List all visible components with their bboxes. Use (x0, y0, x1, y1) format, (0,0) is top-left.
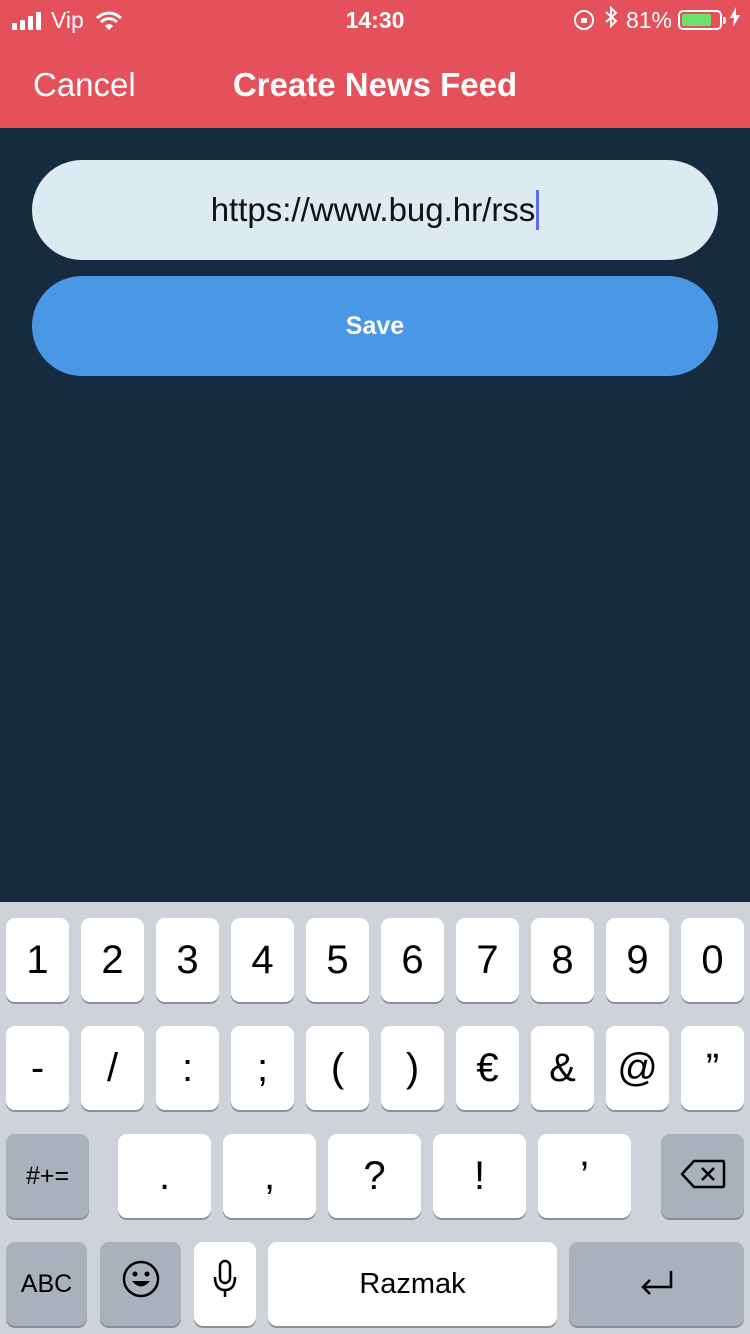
feed-url-value: https://www.bug.hr/rss (210, 191, 536, 228)
key-row3-3[interactable]: ! (433, 1134, 526, 1218)
key-row3-0[interactable]: . (118, 1134, 211, 1218)
key-row1-2[interactable]: 3 (156, 918, 219, 1002)
battery-icon (678, 10, 726, 30)
key-row2-4[interactable]: ( (306, 1026, 369, 1110)
key-row1-7[interactable]: 8 (531, 918, 594, 1002)
status-bar: Vip 14:30 81% (0, 0, 750, 40)
key-row3-4[interactable]: ’ (538, 1134, 631, 1218)
key-row1-6[interactable]: 7 (456, 918, 519, 1002)
key-row1-5[interactable]: 6 (381, 918, 444, 1002)
key-row1-1[interactable]: 2 (81, 918, 144, 1002)
key-row1-9[interactable]: 0 (681, 918, 744, 1002)
backspace-key[interactable] (661, 1134, 744, 1218)
key-row2-0[interactable]: - (6, 1026, 69, 1110)
key-row2-1[interactable]: / (81, 1026, 144, 1110)
battery-percent: 81% (625, 6, 672, 33)
text-cursor (536, 190, 540, 230)
key-row2-6[interactable]: € (456, 1026, 519, 1110)
emoji-icon (121, 1259, 161, 1309)
space-key[interactable]: Razmak (268, 1242, 557, 1326)
emoji-key[interactable] (100, 1242, 181, 1326)
save-button[interactable]: Save (32, 276, 718, 376)
key-row2-3[interactable]: ; (231, 1026, 294, 1110)
top-bar: Vip 14:30 81% Cancel Create News Feed (0, 0, 750, 128)
dictation-key[interactable] (194, 1242, 256, 1326)
charging-icon (730, 7, 740, 33)
key-row1-4[interactable]: 5 (306, 918, 369, 1002)
rotation-lock-icon (573, 10, 594, 30)
feed-url-input[interactable]: https://www.bug.hr/rss (32, 160, 718, 260)
return-key[interactable] (569, 1242, 744, 1326)
key-row1-8[interactable]: 9 (606, 918, 669, 1002)
keyboard: #+= ABC Razmak 1 2 3 4 5 6 7 8 9 0 - /:… (0, 902, 750, 1334)
return-icon (637, 1262, 677, 1307)
key-row1-0[interactable]: 1 (6, 918, 69, 1002)
symbols-key[interactable]: #+= (6, 1134, 89, 1218)
key-row3-2[interactable]: ? (328, 1134, 421, 1218)
page-title: Create News Feed (232, 66, 518, 103)
abc-key[interactable]: ABC (6, 1242, 87, 1326)
navigation-bar: Cancel Create News Feed (0, 40, 750, 128)
key-row2-8[interactable]: @ (606, 1026, 669, 1110)
microphone-icon (212, 1259, 238, 1309)
key-row3-1[interactable]: , (223, 1134, 316, 1218)
key-row2-7[interactable]: & (531, 1026, 594, 1110)
key-row1-3[interactable]: 4 (231, 918, 294, 1002)
key-row2-2[interactable]: : (156, 1026, 219, 1110)
key-row2-5[interactable]: ) (381, 1026, 444, 1110)
backspace-icon (680, 1154, 726, 1199)
key-row2-9[interactable]: ” (681, 1026, 744, 1110)
bluetooth-icon (604, 5, 618, 34)
